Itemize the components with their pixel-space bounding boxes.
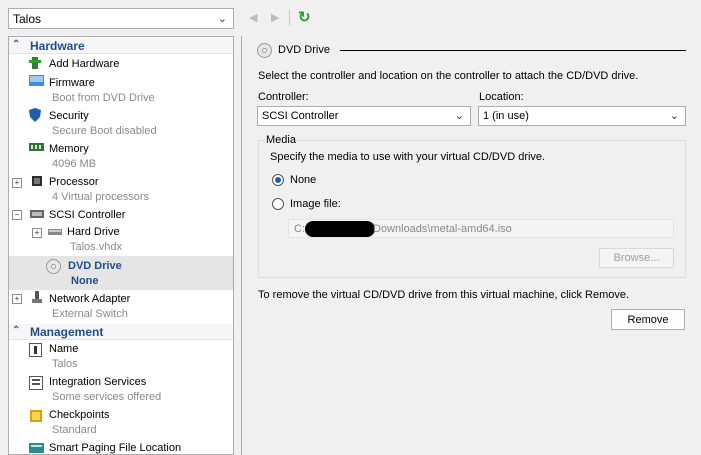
integration-services-icon [29,376,44,390]
browse-button-label: Browse... [613,252,660,264]
tree-item-sub: 4 Virtual processors [52,191,150,203]
image-path-prefix: C: [294,223,305,235]
settings-tree: ⌃ Hardware Add Hardware Firmware Boot fr… [8,36,234,455]
dvd-drive-settings-panel: DVD Drive Select the controller and loca… [241,36,701,455]
radio-image-label[interactable]: Image file: [290,198,341,210]
chevron-down-icon: ⌄ [217,13,227,25]
location-dropdown[interactable]: 1 (in use) ⌄ [478,106,686,126]
remove-button[interactable]: Remove [611,309,685,330]
chevron-down-icon: ⌄ [454,110,464,122]
tree-item-sub: Talos.vhdx [70,241,122,253]
tree-item-processor[interactable]: Processor [49,176,99,188]
collapse-chevron-icon: ⌃ [12,39,21,50]
tree-item-integration-services[interactable]: Integration Services [49,376,146,388]
firmware-icon [29,75,44,88]
section-title: DVD Drive [278,44,330,56]
tree-item-memory[interactable]: Memory [49,143,89,155]
network-adapter-icon [30,291,45,304]
back-arrow-icon[interactable]: ◀ [249,11,257,24]
remove-button-label: Remove [627,314,669,326]
vm-selector-dropdown[interactable]: Talos ⌄ [8,8,234,29]
add-hardware-icon [29,56,44,69]
chevron-down-icon: ⌄ [669,110,679,122]
expand-toggle-icon[interactable]: + [12,294,22,304]
management-header-label: Management [30,325,104,339]
radio-none[interactable] [272,174,284,186]
hardware-header-label: Hardware [30,39,85,53]
smart-paging-icon [29,441,44,454]
image-path-input[interactable]: C: Downloads\metal-amd64.iso [288,219,674,238]
tree-item-hard-drive[interactable]: Hard Drive [67,226,120,238]
image-path-suffix: Downloads\metal-amd64.iso [373,223,512,235]
remove-note: To remove the virtual CD/DVD drive from … [258,289,630,301]
tree-item-sub: 4096 MB [52,158,97,170]
expand-toggle-icon[interactable]: + [32,228,42,238]
expand-toggle-icon[interactable]: + [12,178,22,188]
radio-image-file[interactable] [272,198,284,210]
controller-icon [30,208,45,221]
dvd-disc-icon [46,259,61,274]
processor-icon [30,174,45,187]
tree-item-network-adapter[interactable]: Network Adapter [49,293,130,305]
controller-label: Controller: [258,91,309,103]
browse-button[interactable]: Browse... [599,248,674,268]
controller-value: SCSI Controller [262,110,339,122]
shield-icon [29,108,44,122]
description-text: Select the controller and location on th… [258,70,639,82]
vm-selector-value: Talos [13,12,42,26]
tree-item-smart-paging[interactable]: Smart Paging File Location [49,442,181,454]
dvd-disc-icon [257,43,272,61]
tree-item-name[interactable]: Name [49,343,78,355]
redacted-path-segment [305,221,375,237]
tree-item-add-hardware[interactable]: Add Hardware [49,58,119,70]
checkpoints-icon [29,409,44,422]
tree-item-scsi-controller[interactable]: SCSI Controller [49,209,125,221]
radio-none-label[interactable]: None [290,174,316,186]
management-section-header[interactable]: ⌃ Management [9,324,233,340]
collapse-toggle-icon[interactable]: − [12,210,22,220]
tree-item-firmware[interactable]: Firmware [49,77,95,89]
forward-arrow-icon[interactable]: ▶ [271,11,279,24]
hardware-section-header[interactable]: ⌃ Hardware [9,38,233,54]
controller-dropdown[interactable]: SCSI Controller ⌄ [257,106,471,126]
location-value: 1 (in use) [483,110,529,122]
collapse-chevron-icon: ⌃ [12,325,21,336]
section-divider [340,50,686,51]
tree-item-checkpoints[interactable]: Checkpoints [49,409,110,421]
media-group-label: Media [265,134,297,146]
tree-item-dvd-drive[interactable]: DVD Drive [68,260,122,272]
toolbar-separator [289,10,290,26]
hard-drive-icon [48,227,63,240]
name-tag-icon [29,343,44,357]
refresh-icon[interactable]: ↻ [298,8,311,26]
tree-item-sub: None [71,275,99,287]
tree-item-sub: Secure Boot disabled [52,125,157,137]
memory-icon [29,142,44,155]
location-label: Location: [479,91,524,103]
tree-item-sub: Standard [52,424,97,436]
tree-item-sub: Some services offered [52,391,162,403]
tree-item-sub: Boot from DVD Drive [52,92,155,104]
tree-item-sub: Talos [52,358,78,370]
media-instruction: Specify the media to use with your virtu… [270,151,546,163]
tree-item-security[interactable]: Security [49,110,89,122]
tree-item-sub: External Switch [52,308,128,320]
